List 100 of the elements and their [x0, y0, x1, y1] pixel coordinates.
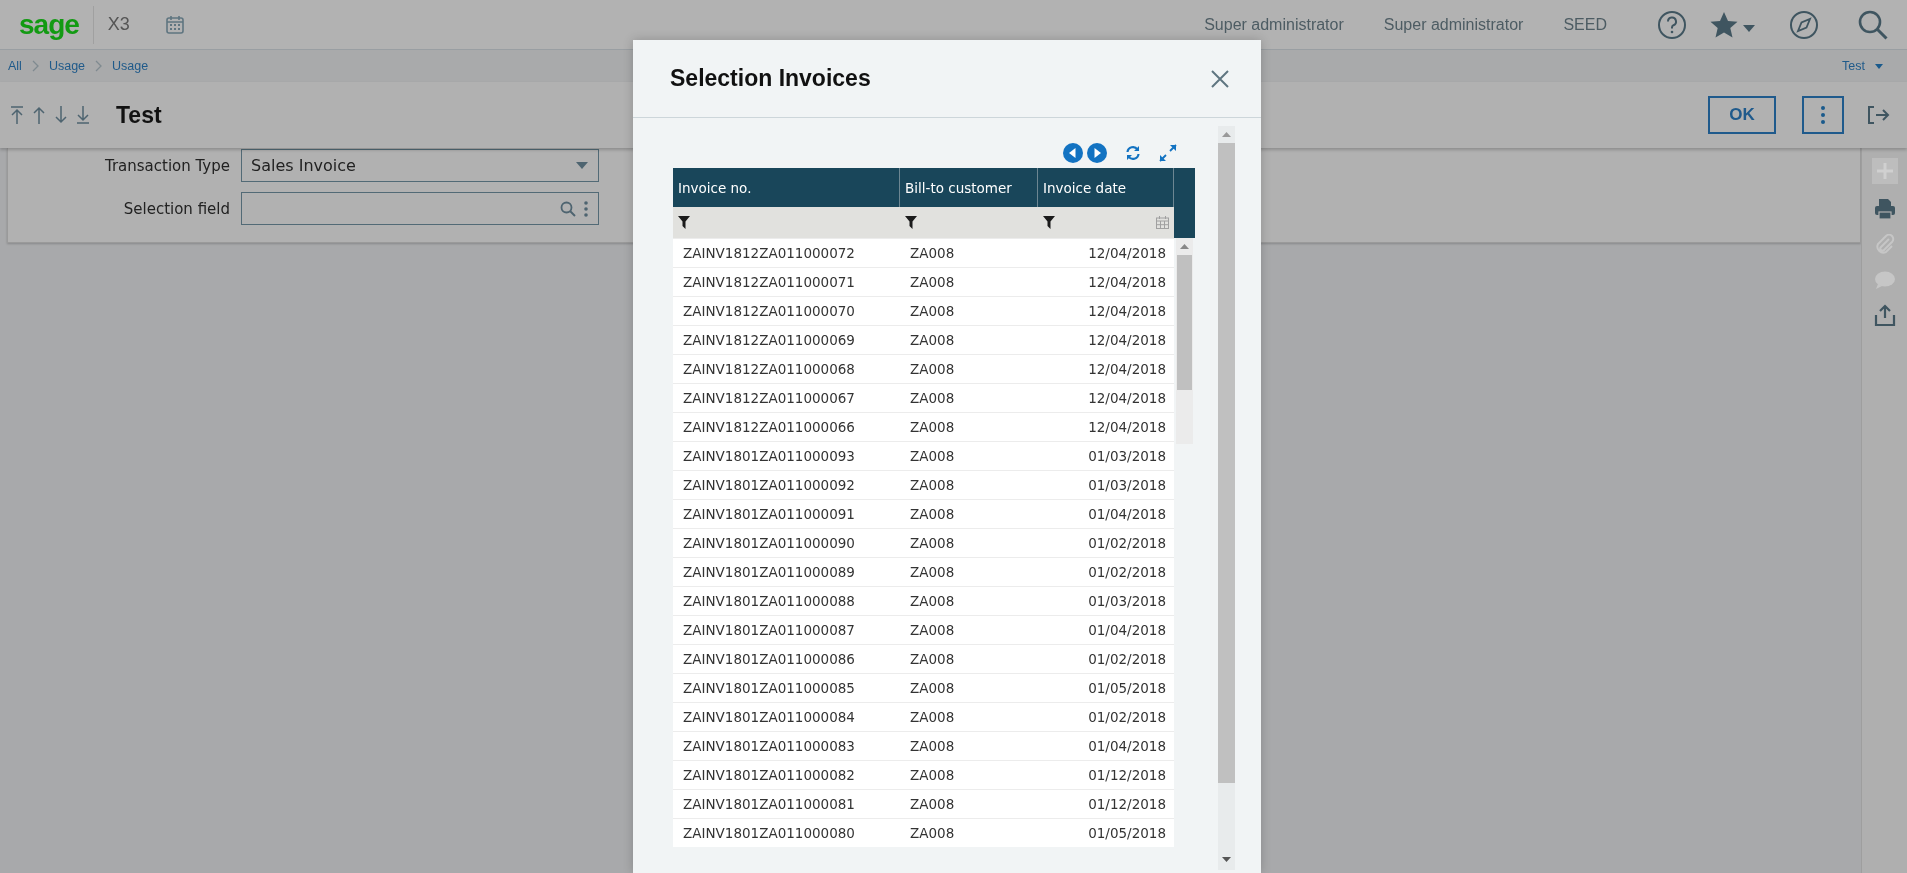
- user-menu-item[interactable]: Super administrator: [1383, 15, 1524, 34]
- table-cell-text: ZA008: [909, 389, 956, 408]
- table-cell-text: ZA008: [909, 679, 956, 698]
- table-cell-text: 01/03/2018: [1087, 447, 1167, 466]
- table-cell-text: 01/04/2018: [1087, 621, 1167, 640]
- more-icon[interactable]: [584, 200, 588, 217]
- context-menu[interactable]: Test: [1842, 59, 1865, 73]
- table-cell-text: ZAINV1812ZA011000067: [682, 389, 856, 408]
- table-cell-text: ZAINV1801ZA011000086: [682, 650, 856, 669]
- filter-icon[interactable]: [678, 216, 690, 229]
- print-icon[interactable]: [1873, 198, 1896, 220]
- table-cell-text: 01/12/2018: [1087, 766, 1167, 785]
- table-cell-text: ZA008: [909, 592, 956, 611]
- caret-icon[interactable]: [1743, 24, 1755, 33]
- table-cell-text: ZAINV1801ZA011000084: [682, 708, 856, 727]
- table-cell-text: ZA008: [909, 302, 956, 321]
- previous-icon[interactable]: [1063, 143, 1083, 163]
- close-icon[interactable]: [1211, 69, 1229, 88]
- help-icon[interactable]: [1657, 9, 1687, 40]
- first-record-icon[interactable]: [10, 106, 24, 124]
- table-cell-text: 01/04/2018: [1087, 737, 1167, 756]
- caret-icon[interactable]: [576, 162, 588, 169]
- table-cell-text: 01/05/2018: [1087, 824, 1167, 843]
- table-cell-text: 12/04/2018: [1087, 244, 1167, 263]
- table-cell-text: ZA008: [909, 621, 956, 640]
- table-cell-text: 01/03/2018: [1087, 476, 1167, 495]
- table-cell-text: ZAINV1801ZA011000087: [682, 621, 856, 640]
- table-cell-text: 12/04/2018: [1087, 331, 1167, 350]
- more-actions-button[interactable]: [1802, 96, 1844, 134]
- table-cell-text: 01/12/2018: [1087, 795, 1167, 814]
- table-cell-text: ZAINV1801ZA011000088: [682, 592, 856, 611]
- table-cell-text: 12/04/2018: [1087, 389, 1167, 408]
- page-title: Test: [116, 101, 162, 129]
- table-cell-text: 12/04/2018: [1087, 360, 1167, 379]
- table-cell-text: ZA008: [909, 563, 956, 582]
- table-cell-text: ZA008: [909, 273, 956, 292]
- calendar-icon[interactable]: [164, 14, 185, 35]
- table-cell-text: ZAINV1812ZA011000070: [682, 302, 856, 321]
- dialog-scrollbar[interactable]: [1218, 126, 1235, 870]
- share-icon[interactable]: [1873, 304, 1896, 326]
- dropdown-field[interactable]: Sales Invoice: [241, 149, 599, 182]
- table-cell-text: ZAINV1812ZA011000068: [682, 360, 856, 379]
- user-menu-item[interactable]: Super administrator: [1204, 15, 1344, 34]
- table-cell-text: ZAINV1801ZA011000091: [682, 505, 856, 524]
- table-cell-text: ZAINV1812ZA011000072: [682, 244, 856, 263]
- table-cell-text: 01/04/2018: [1087, 505, 1167, 524]
- more-icon[interactable]: [1821, 106, 1825, 124]
- field-label: Selection field: [122, 199, 231, 218]
- breadcrumb-link[interactable]: Usage: [112, 59, 149, 73]
- chevron-icon: [31, 60, 39, 72]
- table-cell-text: ZA008: [909, 505, 956, 524]
- table-cell-text: ZAINV1801ZA011000085: [682, 679, 856, 698]
- user-menu-item[interactable]: SEED: [1563, 15, 1607, 34]
- search-icon[interactable]: [1857, 8, 1889, 41]
- table-cell-text: ZA008: [909, 737, 956, 756]
- table-cell-text: ZA008: [909, 244, 956, 263]
- chevron-icon: [95, 60, 103, 72]
- next-icon[interactable]: [1087, 143, 1107, 163]
- filter-icon[interactable]: [1043, 216, 1055, 229]
- table-scrollbar[interactable]: [1176, 238, 1193, 444]
- table-cell-text: ZA008: [909, 766, 956, 785]
- table-cell-text: ZA008: [909, 824, 956, 843]
- table-cell-text: 12/04/2018: [1087, 273, 1167, 292]
- product-name: X3: [107, 14, 130, 35]
- expand-icon[interactable]: [1159, 144, 1177, 162]
- table-cell-text: ZA008: [909, 534, 956, 553]
- last-record-icon[interactable]: [76, 106, 90, 124]
- table-cell-text: ZA008: [909, 447, 956, 466]
- table-cell-text: 12/04/2018: [1087, 418, 1167, 437]
- table-cell-text: ZAINV1801ZA011000082: [682, 766, 856, 785]
- compass-icon[interactable]: [1789, 9, 1819, 40]
- table-cell-text: ZAINV1801ZA011000081: [682, 795, 856, 814]
- table-cell-text: ZAINV1801ZA011000080: [682, 824, 856, 843]
- exit-icon[interactable]: [1868, 106, 1890, 124]
- logo[interactable]: sage: [19, 5, 94, 44]
- caret-icon[interactable]: [1875, 63, 1883, 69]
- scroll-up-icon[interactable]: [1222, 132, 1231, 137]
- table-cell-text: ZAINV1801ZA011000089: [682, 563, 856, 582]
- breadcrumb-link[interactable]: All: [8, 59, 22, 73]
- table-cell-text: 01/03/2018: [1087, 592, 1167, 611]
- dialog-title: Selection Invoices: [670, 65, 871, 92]
- calendar-icon[interactable]: [1156, 216, 1169, 229]
- ok-button[interactable]: OK: [1708, 96, 1776, 134]
- table-cell-text: 01/02/2018: [1087, 650, 1167, 669]
- table-cell-text: ZAINV1801ZA011000092: [682, 476, 856, 495]
- up-arrow-icon[interactable]: [32, 106, 46, 124]
- table-cell-text: ZAINV1801ZA011000093: [682, 447, 856, 466]
- table-cell-text: ZA008: [909, 708, 956, 727]
- table-cell-text: ZA008: [909, 795, 956, 814]
- refresh-icon[interactable]: [1125, 145, 1141, 161]
- table-cell-text: 01/02/2018: [1087, 563, 1167, 582]
- down-arrow-icon[interactable]: [54, 106, 68, 124]
- breadcrumb-link[interactable]: Usage: [48, 59, 86, 73]
- input-field[interactable]: [241, 192, 599, 225]
- table-cell-text: 12/04/2018: [1087, 302, 1167, 321]
- scroll-down-icon[interactable]: [1222, 857, 1231, 862]
- table-cell-text: ZA008: [909, 476, 956, 495]
- table-cell-text: ZA008: [909, 650, 956, 669]
- search-icon[interactable]: [560, 200, 576, 217]
- filter-icon[interactable]: [905, 216, 917, 229]
